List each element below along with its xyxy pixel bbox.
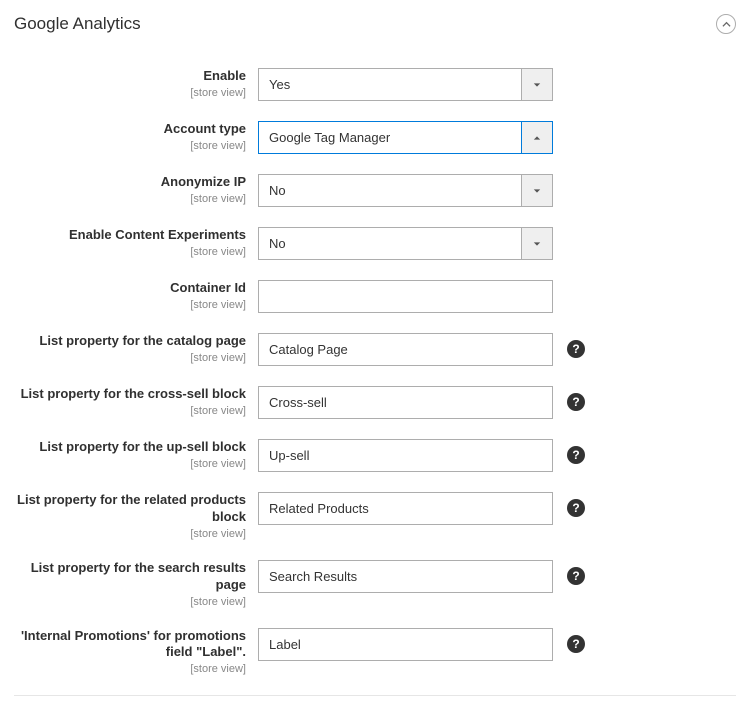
field-row-promo_label: 'Internal Promotions' for promotions fie…: [14, 628, 736, 676]
field-scope: [store view]: [14, 299, 246, 311]
help-col: [553, 174, 593, 181]
caret-down-icon: [521, 174, 553, 207]
field-label: 'Internal Promotions' for promotions fie…: [14, 628, 246, 662]
field-label: List property for the up-sell block: [14, 439, 246, 456]
list_related-input[interactable]: [258, 492, 553, 525]
field-control-col: [258, 280, 553, 313]
help-col: ?: [553, 560, 593, 585]
field-row-anonymize_ip: Anonymize IP [store view] No: [14, 174, 736, 207]
field-label-col: Container Id [store view]: [14, 280, 258, 311]
content_exp-select[interactable]: No: [258, 227, 553, 260]
help-icon[interactable]: ?: [567, 499, 585, 517]
help-col: ?: [553, 386, 593, 411]
field-scope: [store view]: [14, 405, 246, 417]
container_id-input[interactable]: [258, 280, 553, 313]
field-label-col: List property for the search results pag…: [14, 560, 258, 608]
field-scope: [store view]: [14, 193, 246, 205]
help-col: ?: [553, 628, 593, 653]
field-label: Anonymize IP: [14, 174, 246, 191]
caret-down-icon: [521, 68, 553, 101]
field-label-col: List property for the catalog page [store…: [14, 333, 258, 364]
list_crosssell-input[interactable]: [258, 386, 553, 419]
field-label-col: List property for the related products b…: [14, 492, 258, 540]
caret-down-icon: [521, 227, 553, 260]
field-scope: [store view]: [14, 596, 246, 608]
field-label-col: Anonymize IP [store view]: [14, 174, 258, 205]
field-label-col: List property for the up-sell block [stor…: [14, 439, 258, 470]
account_type-select[interactable]: Google Tag Manager: [258, 121, 553, 154]
field-label: Enable: [14, 68, 246, 85]
list_search-input[interactable]: [258, 560, 553, 593]
field-control-col: [258, 628, 553, 661]
field-row-container_id: Container Id [store view]: [14, 280, 736, 313]
help-icon[interactable]: ?: [567, 635, 585, 653]
field-label: Container Id: [14, 280, 246, 297]
field-row-list_catalog: List property for the catalog page [store…: [14, 333, 736, 366]
field-label: List property for the related products b…: [14, 492, 246, 526]
field-row-list_upsell: List property for the up-sell block [stor…: [14, 439, 736, 472]
field-scope: [store view]: [14, 87, 246, 99]
field-control-col: [258, 439, 553, 472]
promo_label-input[interactable]: [258, 628, 553, 661]
field-label-col: Enable Content Experiments [store view]: [14, 227, 258, 258]
field-row-account_type: Account type [store view] Google Tag Manag…: [14, 121, 736, 154]
field-control-col: Yes: [258, 68, 553, 101]
field-control-col: [258, 560, 553, 593]
collapse-toggle[interactable]: [716, 14, 736, 34]
divider: [14, 695, 736, 696]
field-control-col: [258, 492, 553, 525]
form-rows: Enable [store view] Yes Account type [store …: [14, 48, 736, 675]
help-icon[interactable]: ?: [567, 446, 585, 464]
help-col: ?: [553, 333, 593, 358]
help-icon[interactable]: ?: [567, 340, 585, 358]
field-label: Account type: [14, 121, 246, 138]
field-scope: [store view]: [14, 458, 246, 470]
select-value: Yes: [258, 68, 553, 101]
help-col: ?: [553, 492, 593, 517]
select-value: No: [258, 227, 553, 260]
chevron-up-icon: [722, 20, 731, 29]
field-scope: [store view]: [14, 140, 246, 152]
caret-up-icon: [521, 121, 553, 154]
help-col: ?: [553, 439, 593, 464]
field-scope: [store view]: [14, 663, 246, 675]
field-label-col: Enable [store view]: [14, 68, 258, 99]
help-col: [553, 227, 593, 234]
field-control-col: [258, 333, 553, 366]
field-label-col: List property for the cross-sell block [s…: [14, 386, 258, 417]
field-scope: [store view]: [14, 246, 246, 258]
help-col: [553, 68, 593, 75]
help-icon[interactable]: ?: [567, 393, 585, 411]
field-row-list_crosssell: List property for the cross-sell block [s…: [14, 386, 736, 419]
field-row-content_exp: Enable Content Experiments [store view] No: [14, 227, 736, 260]
anonymize_ip-select[interactable]: No: [258, 174, 553, 207]
select-value: No: [258, 174, 553, 207]
select-value: Google Tag Manager: [258, 121, 553, 154]
field-scope: [store view]: [14, 528, 246, 540]
field-label: List property for the cross-sell block: [14, 386, 246, 403]
list_catalog-input[interactable]: [258, 333, 553, 366]
field-control-col: Google Tag Manager: [258, 121, 553, 154]
help-icon[interactable]: ?: [567, 567, 585, 585]
field-label: Enable Content Experiments: [14, 227, 246, 244]
field-label-col: Account type [store view]: [14, 121, 258, 152]
list_upsell-input[interactable]: [258, 439, 553, 472]
help-col: [553, 121, 593, 128]
field-row-enable: Enable [store view] Yes: [14, 68, 736, 101]
field-row-list_search: List property for the search results pag…: [14, 560, 736, 608]
field-label: List property for the search results pag…: [14, 560, 246, 594]
field-label-col: 'Internal Promotions' for promotions fie…: [14, 628, 258, 676]
field-control-col: No: [258, 174, 553, 207]
help-col: [553, 280, 593, 287]
field-control-col: [258, 386, 553, 419]
section-title: Google Analytics: [14, 14, 141, 34]
field-control-col: No: [258, 227, 553, 260]
section-header: Google Analytics: [14, 10, 736, 48]
field-label: List property for the catalog page: [14, 333, 246, 350]
enable-select[interactable]: Yes: [258, 68, 553, 101]
field-scope: [store view]: [14, 352, 246, 364]
field-row-list_related: List property for the related products b…: [14, 492, 736, 540]
